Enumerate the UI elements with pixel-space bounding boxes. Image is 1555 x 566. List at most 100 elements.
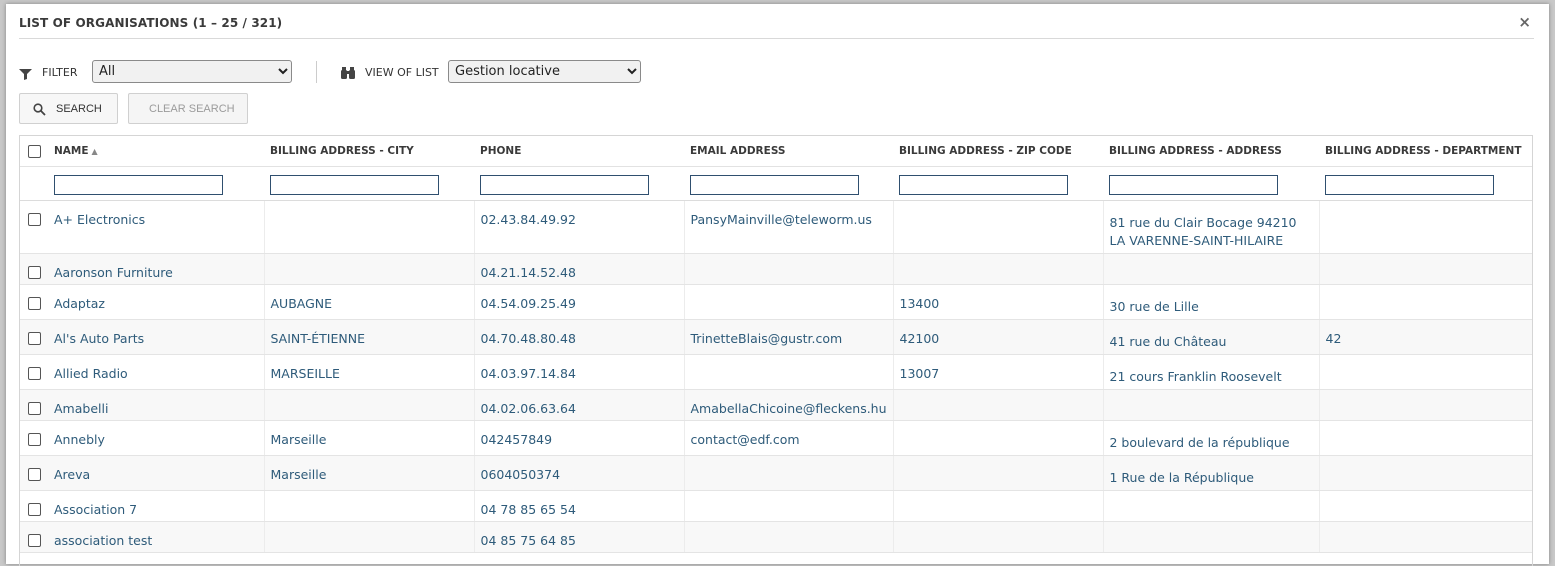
row-checkbox[interactable] (28, 503, 41, 516)
view-of-list-label: VIEW OF LIST (365, 66, 439, 79)
search-button[interactable]: SEARCH (19, 93, 118, 124)
cell-zip (893, 455, 1104, 491)
row-select-cell (20, 200, 48, 254)
clear-search-button[interactable]: CLEAR SEARCH (128, 93, 248, 124)
cell-city: MARSEILLE (264, 354, 475, 390)
cell-department (1319, 354, 1532, 390)
table-row[interactable]: association test 04 85 75 64 85 (20, 521, 1532, 553)
cell-name[interactable]: Association 7 (48, 490, 265, 522)
cell-address (1103, 253, 1320, 285)
cell-email[interactable]: TrinetteBlais@gustr.com (684, 319, 894, 355)
cell-name[interactable]: Annebly (48, 420, 265, 456)
filter-select[interactable]: All (92, 60, 292, 83)
filter-cell (893, 166, 1103, 201)
cell-name[interactable]: association test (48, 521, 265, 553)
close-icon[interactable]: × (1518, 13, 1531, 31)
cell-department (1319, 455, 1532, 491)
magnifier-icon (33, 103, 46, 119)
row-checkbox[interactable] (28, 266, 41, 279)
cell-email[interactable] (684, 490, 894, 522)
phone-filter-input[interactable] (480, 174, 649, 195)
city-filter-input[interactable] (270, 174, 439, 195)
zip-filter-input[interactable] (899, 174, 1068, 195)
cell-department: 42 (1319, 319, 1532, 355)
cell-name[interactable]: Al's Auto Parts (48, 319, 265, 355)
cell-email[interactable]: contact@edf.com (684, 420, 894, 456)
row-checkbox[interactable] (28, 468, 41, 481)
binoculars-icon (341, 64, 355, 83)
column-header-department[interactable]: BILLING ADDRESS - DEPARTMENT (1319, 136, 1532, 167)
cell-phone: 04.03.97.14.84 (474, 354, 685, 390)
filter-cell (1103, 166, 1319, 201)
table-row[interactable]: Annebly Marseille 042457849 contact@edf.com… (20, 420, 1532, 456)
row-select-cell (20, 354, 48, 390)
cell-phone: 042457849 (474, 420, 685, 456)
cell-department (1319, 284, 1532, 320)
cell-email[interactable] (684, 521, 894, 553)
cell-email[interactable] (684, 284, 894, 320)
cell-email[interactable] (684, 253, 894, 285)
cell-city (264, 521, 475, 553)
table-row[interactable]: A+ Electronics 02.43.84.49.92 PansyMainvil… (20, 200, 1532, 254)
table-row[interactable]: Adaptaz AUBAGNE 04.54.09.25.49 13400 30 rue … (20, 284, 1532, 320)
row-checkbox[interactable] (28, 367, 41, 380)
cell-email[interactable]: AmabellaChicoine@fleckens.hu (684, 389, 894, 421)
filter-spacer (20, 166, 48, 201)
cell-zip (893, 521, 1104, 553)
table-row[interactable]: Areva Marseille 0604050374 1 Rue de la Répu… (20, 455, 1532, 491)
cell-address (1103, 389, 1320, 421)
filter-cell (684, 166, 893, 201)
email-filter-input[interactable] (690, 174, 859, 195)
column-filter-row (20, 166, 1532, 201)
cell-address: 1 Rue de la République (1103, 455, 1320, 491)
cell-zip (893, 253, 1104, 285)
column-header-phone[interactable]: PHONE (474, 136, 684, 167)
cell-zip (893, 200, 1104, 254)
row-checkbox[interactable] (28, 534, 41, 547)
select-all-checkbox[interactable] (28, 144, 41, 158)
column-header-city[interactable]: BILLING ADDRESS - CITY (264, 136, 474, 167)
table-row[interactable]: Amabelli 04.02.06.63.64 AmabellaChicoine@f… (20, 389, 1532, 421)
row-select-cell (20, 455, 48, 491)
name-filter-input[interactable] (54, 174, 223, 195)
cell-name[interactable]: Areva (48, 455, 265, 491)
cell-city: AUBAGNE (264, 284, 475, 320)
row-checkbox[interactable] (28, 297, 41, 310)
department-filter-input[interactable] (1325, 174, 1494, 195)
cell-department (1319, 521, 1532, 553)
row-checkbox[interactable] (28, 332, 41, 345)
cell-department (1319, 420, 1532, 456)
address-filter-input[interactable] (1109, 174, 1278, 195)
column-header-name[interactable]: NAME ▲ (48, 136, 264, 167)
cell-name[interactable]: Adaptaz (48, 284, 265, 320)
cell-zip (893, 389, 1104, 421)
table-row[interactable]: Aaronson Furniture 04.21.14.52.48 (20, 253, 1532, 285)
view-of-list-select[interactable]: Gestion locative (448, 60, 641, 83)
table-row[interactable]: Association 7 04 78 85 65 54 (20, 490, 1532, 522)
column-header-zip[interactable]: BILLING ADDRESS - ZIP CODE (893, 136, 1103, 167)
row-select-cell (20, 420, 48, 456)
cell-email[interactable]: PansyMainville@teleworm.us (684, 200, 894, 254)
row-checkbox[interactable] (28, 213, 41, 226)
column-header-email[interactable]: EMAIL ADDRESS (684, 136, 893, 167)
column-header-address[interactable]: BILLING ADDRESS - ADDRESS (1103, 136, 1319, 167)
dialog-title: LIST OF ORGANISATIONS (1 – 25 / 321) (19, 16, 283, 30)
cell-address (1103, 521, 1320, 553)
cell-zip: 13007 (893, 354, 1104, 390)
cell-name[interactable]: Allied Radio (48, 354, 265, 390)
row-select-cell (20, 521, 48, 553)
cell-address: 81 rue du Clair Bocage 94210 LA VARENNE-… (1103, 200, 1320, 254)
row-checkbox[interactable] (28, 433, 41, 446)
cell-address: 21 cours Franklin Roosevelt (1103, 354, 1320, 390)
table-row[interactable]: Allied Radio MARSEILLE 04.03.97.14.84 13007… (20, 354, 1532, 390)
cell-name[interactable]: Aaronson Furniture (48, 253, 265, 285)
cell-email[interactable] (684, 455, 894, 491)
sort-ascending-icon: ▲ (91, 147, 98, 156)
cell-department (1319, 200, 1532, 254)
table-row[interactable]: Al's Auto Parts SAINT-ÉTIENNE 04.70.48.80.… (20, 319, 1532, 355)
row-checkbox[interactable] (28, 402, 41, 415)
header-row: NAME ▲ BILLING ADDRESS - CITY PHONE EMAIL… (20, 136, 1532, 167)
cell-name[interactable]: Amabelli (48, 389, 265, 421)
cell-name[interactable]: A+ Electronics (48, 200, 265, 254)
cell-email[interactable] (684, 354, 894, 390)
